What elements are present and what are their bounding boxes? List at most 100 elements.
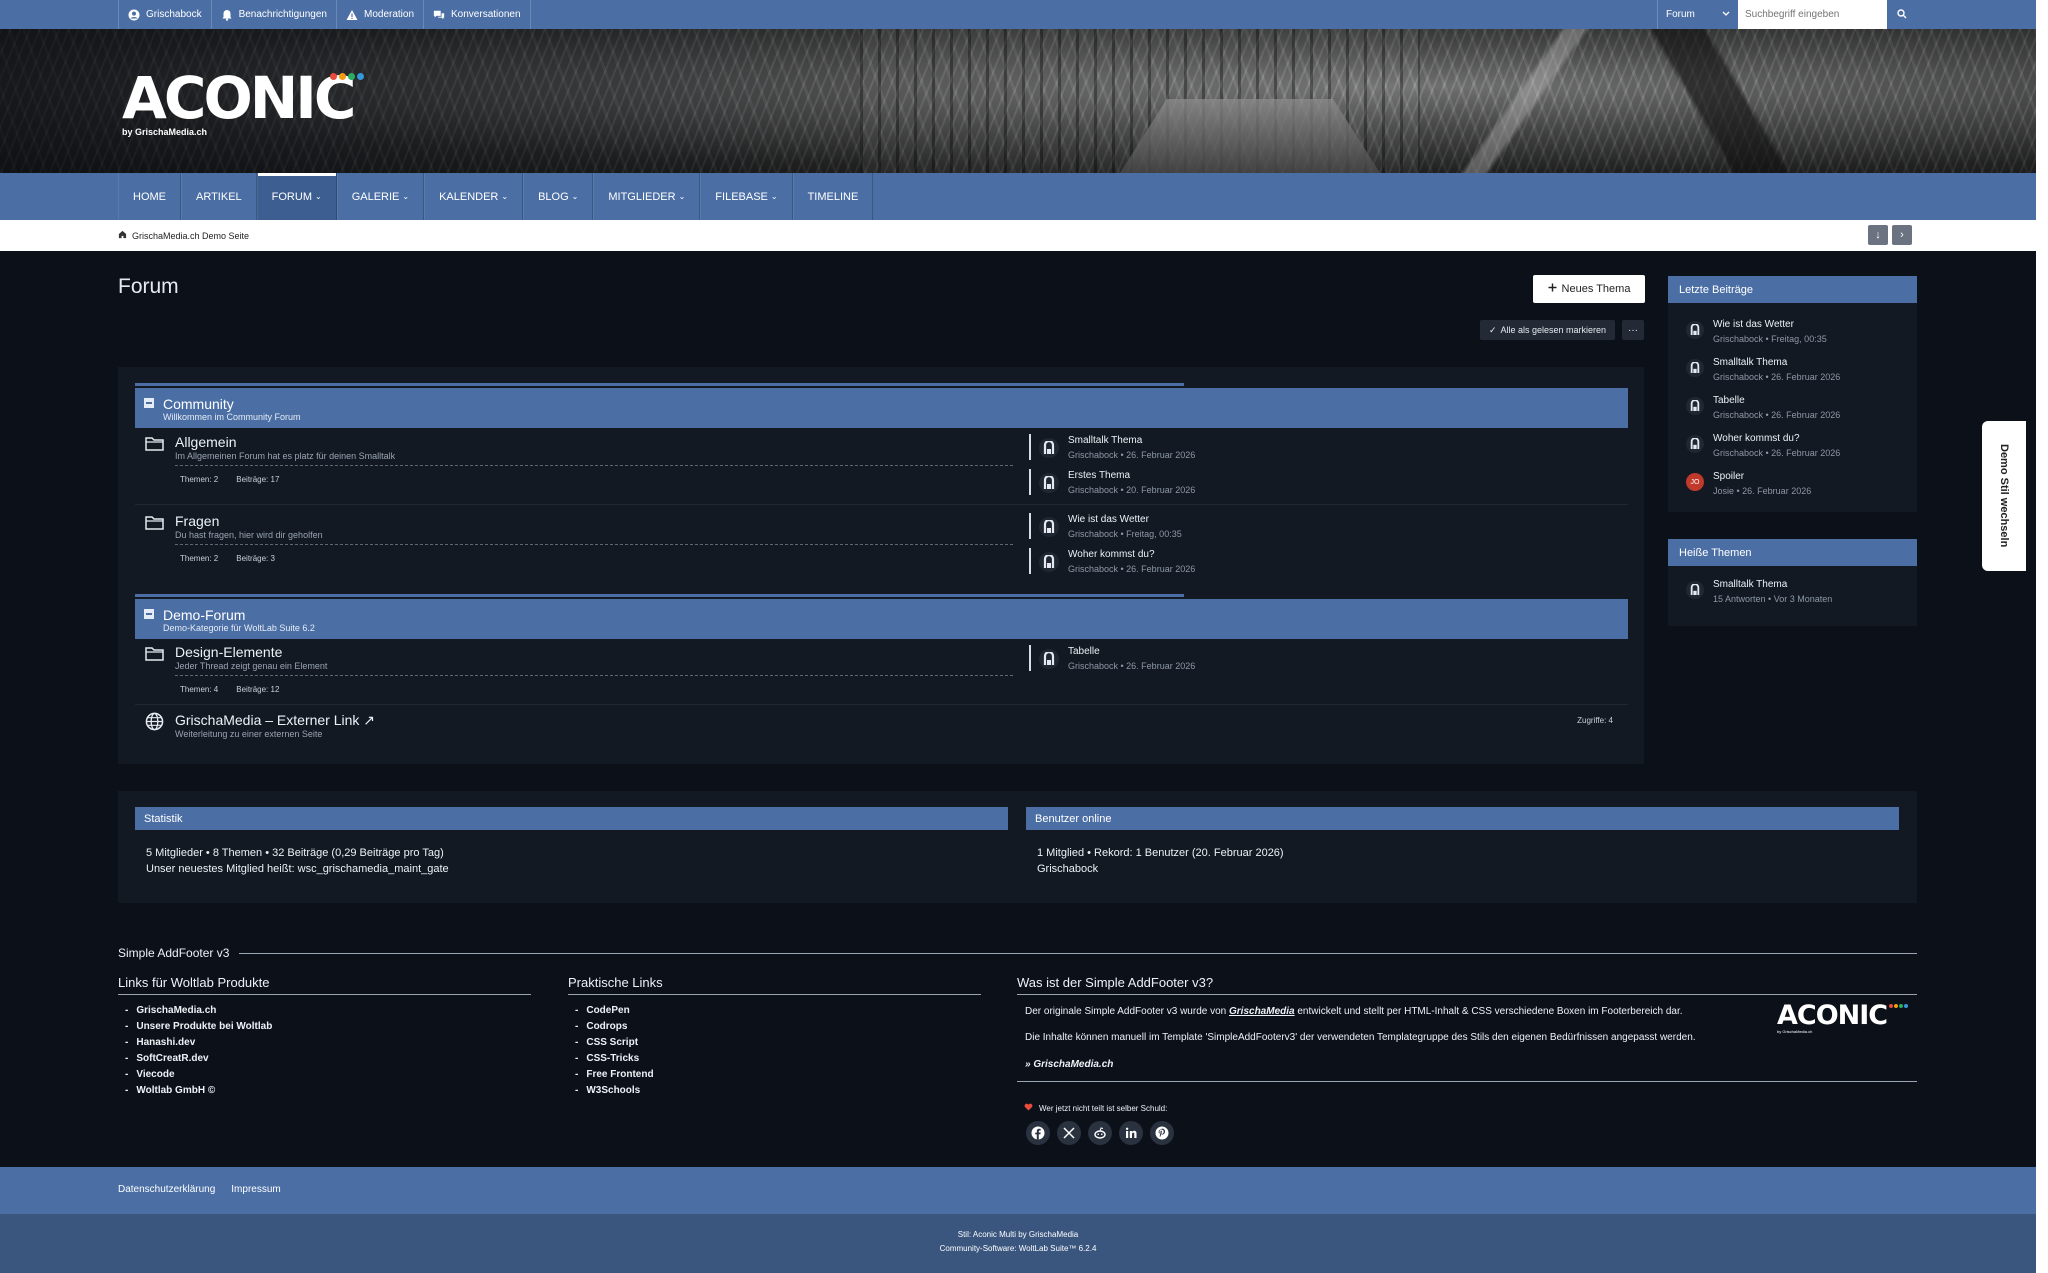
- breadcrumb-bar: GrischaMedia.ch Demo Seite ↓ ›: [0, 220, 2036, 251]
- hot-topic-item[interactable]: Smalltalk Thema 15 Antworten • Vor 3 Mon…: [1668, 572, 1917, 610]
- software-credit[interactable]: Community-Software: WoltLab Suite™ 6.2.4: [0, 1244, 2036, 1253]
- nav-item-timeline[interactable]: TIMELINE: [792, 173, 874, 220]
- board-title-link[interactable]: Allgemein: [175, 434, 236, 450]
- scrollbar-track[interactable]: [2036, 0, 2048, 1273]
- nav-item-blog[interactable]: BLOG ⌄: [523, 173, 594, 220]
- last-post-title: Woher kommst du?: [1068, 549, 1155, 560]
- linkedin-icon[interactable]: [1119, 1121, 1143, 1145]
- site-logo[interactable]: ACONIC by GrischaMedia.ch: [122, 69, 364, 137]
- chevron-down-icon: ⌄: [678, 192, 686, 201]
- category-header-community[interactable]: Community Willkommen im Community Forum: [135, 388, 1628, 428]
- breadcrumb-label: GrischaMedia.ch Demo Seite: [132, 230, 250, 241]
- facebook-icon[interactable]: [1026, 1121, 1050, 1145]
- sidebar-post-item[interactable]: Wie ist das Wetter Grischabock • Freitag…: [1668, 312, 1917, 350]
- new-topic-button[interactable]: Neues Thema: [1533, 275, 1645, 303]
- nav-item-forum[interactable]: FORUM ⌄: [256, 173, 337, 220]
- about-text: entwickelt und stellt per HTML-Inhalt & …: [1294, 1006, 1683, 1017]
- about-paragraph: Der originale Simple AddFooter v3 wurde …: [1025, 1005, 1745, 1019]
- footer-link[interactable]: Woltlab GmbH ©: [125, 1083, 531, 1099]
- footer-link[interactable]: Codrops: [575, 1019, 981, 1035]
- chevron-right-icon[interactable]: ›: [1892, 225, 1912, 245]
- avatar: [1039, 517, 1059, 537]
- more-options-button[interactable]: ···: [1622, 320, 1644, 340]
- notifications-link[interactable]: Benachrichtigungen: [212, 0, 337, 29]
- logo-subtitle: by GrischaMedia.ch: [122, 127, 208, 137]
- pinterest-icon[interactable]: [1150, 1121, 1174, 1145]
- hot-topic-meta: 15 Antworten • Vor 3 Monaten: [1713, 594, 1833, 604]
- nav-item-galerie[interactable]: GALERIE ⌄: [336, 173, 425, 220]
- folder-icon: [145, 436, 165, 452]
- board-stats: Themen: 2 Beiträge: 3: [180, 554, 275, 563]
- moderation-label: Moderation: [363, 9, 415, 20]
- nav-item-kalender[interactable]: KALENDER ⌄: [424, 173, 524, 220]
- footer-link[interactable]: Viecode: [125, 1067, 531, 1083]
- nav-label: KALENDER: [439, 190, 499, 203]
- footer-link[interactable]: Unsere Produkte bei Woltlab: [125, 1019, 531, 1035]
- divider: [175, 675, 1013, 676]
- sidebar-post-item[interactable]: Tabelle Grischabock • 26. Februar 2026: [1668, 388, 1917, 426]
- last-post-title: Erstes Thema: [1068, 470, 1131, 481]
- search-button[interactable]: [1887, 0, 1917, 29]
- grischamedia-home-link[interactable]: » GrischaMedia.ch: [1025, 1058, 1917, 1072]
- footer-link[interactable]: CSS Script: [575, 1035, 981, 1051]
- heart-icon: [1024, 1103, 1033, 1113]
- divider: [175, 544, 1013, 545]
- footer-link[interactable]: CodePen: [575, 1003, 981, 1019]
- grischamedia-link[interactable]: GrischaMedia: [1229, 1006, 1295, 1017]
- reddit-icon[interactable]: [1088, 1121, 1112, 1145]
- external-link-description: Weiterleitung zu einer externen Seite: [175, 729, 323, 739]
- privacy-link[interactable]: Datenschutzerklärung: [118, 1184, 215, 1195]
- collapse-icon[interactable]: [144, 609, 154, 619]
- share-prompt-text: Wer jetzt nicht teilt ist selber Schuld:: [1039, 1103, 1168, 1113]
- board-title-link[interactable]: Fragen: [175, 513, 219, 529]
- board-stats: Themen: 4 Beiträge: 12: [180, 685, 279, 694]
- collapse-icon[interactable]: [144, 398, 154, 408]
- mark-all-read-label: Alle als gelesen markieren: [1500, 325, 1607, 335]
- moderation-link[interactable]: Moderation: [337, 0, 425, 29]
- newest-member: Unser neuestes Mitglied heißt: wsc_grisc…: [146, 863, 449, 875]
- nav-item-artikel[interactable]: ARTIKEL: [181, 173, 257, 220]
- last-post-title: Tabelle: [1068, 646, 1100, 657]
- style-switcher-tab[interactable]: Demo Stil wechseln: [1982, 421, 2026, 571]
- board-title-link[interactable]: Design-Elemente: [175, 644, 282, 660]
- sidebar-post-item[interactable]: Smalltalk Thema Grischabock • 26. Februa…: [1668, 350, 1917, 388]
- nav-item-mitglieder[interactable]: MITGLIEDER ⌄: [593, 173, 701, 220]
- board-row: Fragen Du hast fragen, hier wird dir geh…: [135, 509, 1628, 582]
- sidebar-post-item[interactable]: JO Spoiler Josie • 26. Februar 2026: [1668, 464, 1917, 502]
- nav-item-home[interactable]: HOME: [118, 173, 181, 220]
- imprint-link[interactable]: Impressum: [231, 1184, 280, 1195]
- conversations-link[interactable]: Konversationen: [424, 0, 531, 29]
- footer-logo: ACONIC by GrischaMedia.ch: [1777, 1002, 1908, 1034]
- last-post-title: Smalltalk Thema: [1068, 435, 1143, 446]
- chevron-down-icon: ⌄: [770, 192, 778, 201]
- category-header-demo-forum[interactable]: Demo-Forum Demo-Kategorie für WoltLab Su…: [135, 599, 1628, 639]
- footer-column-title: Links für Woltlab Produkte: [118, 975, 531, 995]
- style-credit[interactable]: Stil: Aconic Multi by GrischaMedia: [0, 1230, 2036, 1239]
- addfooter-title: Simple AddFooter v3: [118, 946, 1917, 960]
- board-stats: Themen: 2 Beiträge: 17: [180, 475, 279, 484]
- footer-link[interactable]: GrischaMedia.ch: [125, 1003, 531, 1019]
- footer-link[interactable]: Hanashi.dev: [125, 1035, 531, 1051]
- sidebar-post-item[interactable]: Woher kommst du? Grischabock • 26. Febru…: [1668, 426, 1917, 464]
- breadcrumb[interactable]: GrischaMedia.ch Demo Seite: [118, 220, 249, 251]
- search-scope-select[interactable]: Forum: [1657, 0, 1738, 29]
- search-input[interactable]: [1738, 0, 1887, 29]
- board-row: Design-Elemente Jeder Thread zeigt genau…: [135, 640, 1628, 702]
- scroll-down-button[interactable]: ↓: [1868, 225, 1888, 245]
- footer-link[interactable]: W3Schools: [575, 1083, 981, 1099]
- x-icon[interactable]: [1057, 1121, 1081, 1145]
- footer-link[interactable]: SoftCreatR.dev: [125, 1051, 531, 1067]
- nav-item-filebase[interactable]: FILEBASE ⌄: [700, 173, 793, 220]
- sidebar-post-title: Tabelle: [1713, 395, 1745, 406]
- users-online-list[interactable]: Grischabock: [1037, 863, 1899, 875]
- user-menu-link[interactable]: Grischabock: [118, 0, 212, 29]
- external-link[interactable]: GrischaMedia – Externer Link ↗: [175, 712, 375, 729]
- category-description: Willkommen im Community Forum: [163, 412, 301, 422]
- main-navigation: HOME ARTIKEL FORUM ⌄ GALERIE ⌄ KALENDER ⌄ B…: [0, 173, 2036, 220]
- sidebar-post-title: Wie ist das Wetter: [1713, 319, 1794, 330]
- chevron-down-icon: ⌄: [314, 192, 322, 201]
- footer-link[interactable]: CSS-Tricks: [575, 1051, 981, 1067]
- footer-link[interactable]: Free Frontend: [575, 1067, 981, 1083]
- mark-all-read-button[interactable]: ✓ Alle als gelesen markieren: [1480, 320, 1615, 340]
- user-bar: Grischabock Benachrichtigungen Moderatio…: [0, 0, 2036, 29]
